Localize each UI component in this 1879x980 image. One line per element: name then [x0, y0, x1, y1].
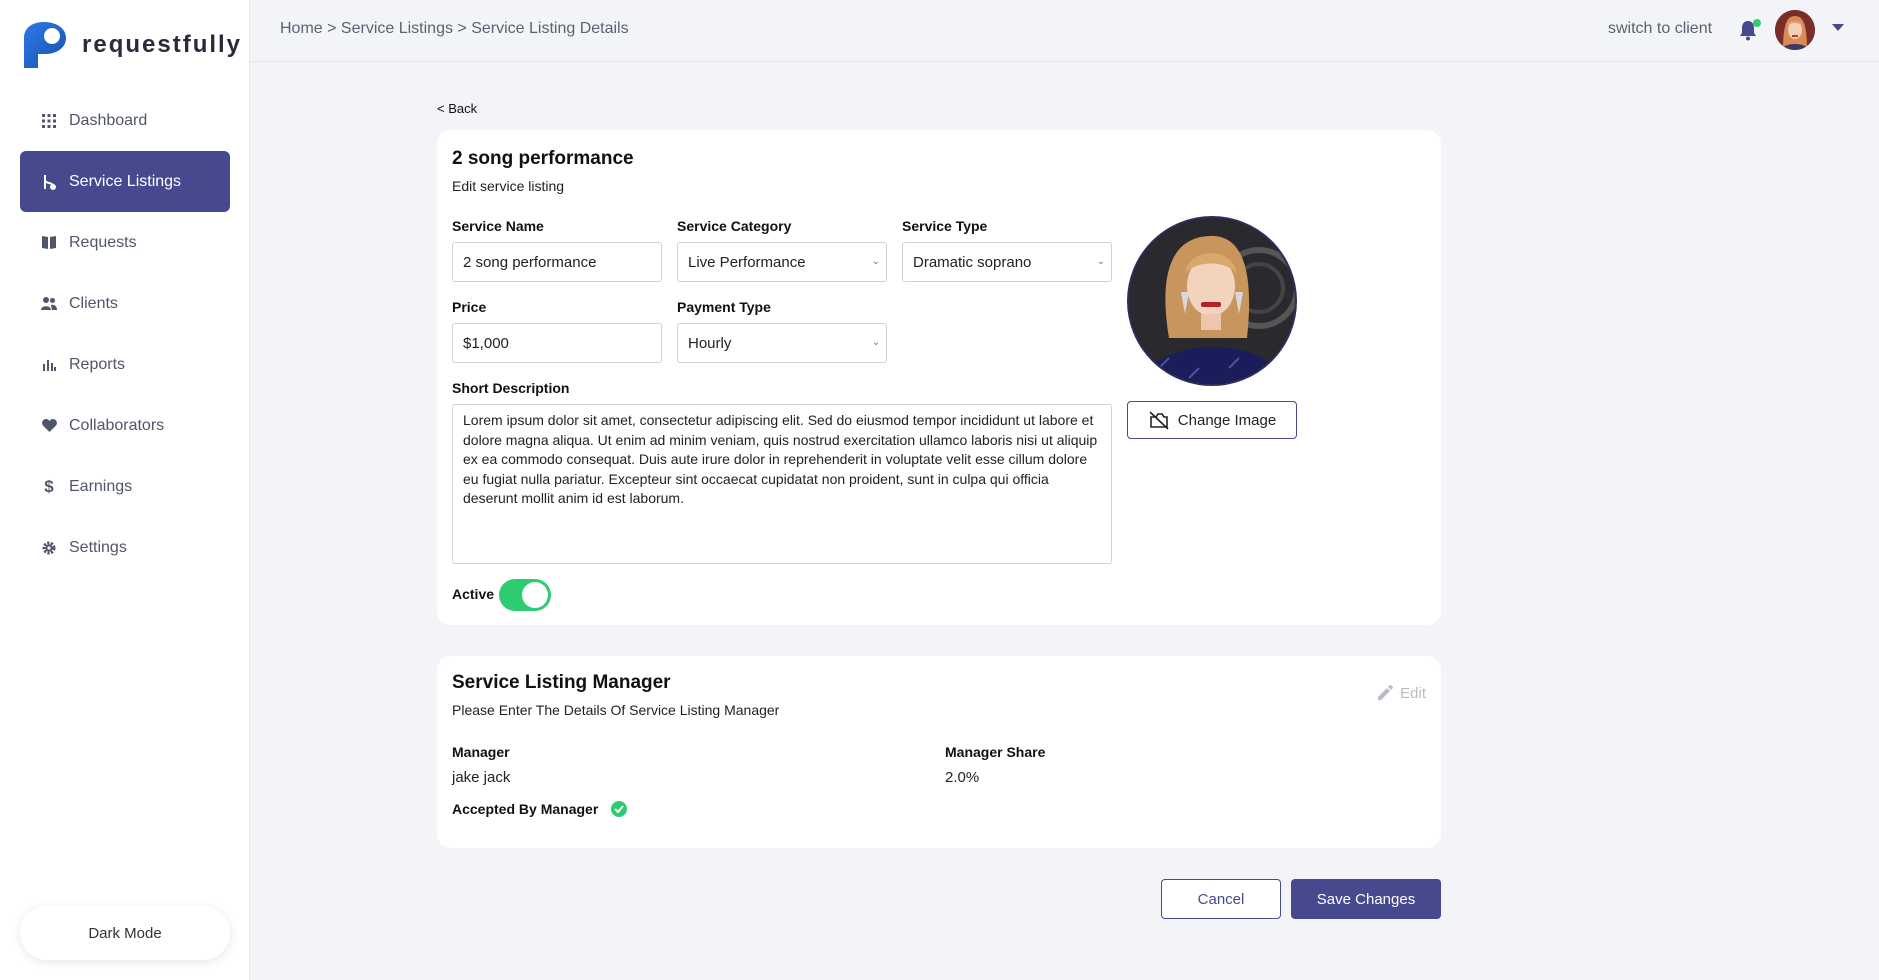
pencil-icon [1378, 685, 1394, 700]
sidebar-item-label: Service Listings [69, 172, 182, 190]
cancel-button[interactable]: Cancel [1161, 879, 1281, 919]
notification-dot [1753, 19, 1761, 27]
sidebar-item-service-listings[interactable]: Service Listings [20, 151, 230, 212]
toggle-knob [522, 582, 548, 608]
no-camera-icon [1149, 411, 1169, 430]
price-value: $1,000 [463, 334, 509, 352]
manager-card: Service Listing Manager Please Enter The… [437, 656, 1441, 848]
short-description-textarea[interactable]: Lorem ipsum dolor sit amet, consectetur … [452, 404, 1112, 564]
service-category-select[interactable]: Live Performance ⌄ [677, 242, 887, 282]
heart-icon [41, 418, 57, 434]
service-name-value: 2 song performance [463, 253, 597, 271]
sidebar-item-label: Dashboard [69, 111, 148, 129]
back-link[interactable]: < Back [437, 101, 477, 116]
chevron-down-icon: ⌄ [871, 337, 880, 348]
logo[interactable]: requestfully [20, 20, 242, 70]
sidebar-item-collaborators[interactable]: Collaborators [20, 395, 230, 456]
payment-type-select[interactable]: Hourly ⌄ [677, 323, 887, 363]
logo-icon [24, 22, 66, 68]
dark-mode-toggle[interactable]: Dark Mode [20, 906, 230, 960]
manager-label: Manager [452, 744, 510, 760]
service-category-value: Live Performance [688, 253, 806, 271]
payment-type-value: Hourly [688, 334, 732, 352]
manager-share-value: 2.0% [945, 769, 980, 786]
accepted-by-manager-label: Accepted By Manager [452, 801, 599, 817]
active-label: Active [452, 586, 495, 602]
gear-icon [41, 540, 57, 556]
branch-icon [41, 174, 57, 190]
service-listing-card: 2 song performance Edit service listing … [437, 130, 1441, 625]
sidebar-item-label: Reports [69, 355, 126, 373]
save-changes-button[interactable]: Save Changes [1291, 879, 1441, 919]
manager-section-subtitle: Please Enter The Details Of Service List… [452, 702, 780, 718]
dollar-icon: $ [44, 476, 54, 496]
change-image-button[interactable]: Change Image [1127, 401, 1297, 439]
grid-icon [41, 113, 57, 129]
edit-label: Edit [1400, 684, 1426, 702]
chevron-down-icon: ⌄ [871, 256, 880, 267]
sidebar-item-settings[interactable]: Settings [20, 517, 230, 578]
chevron-down-icon[interactable] [1832, 24, 1844, 31]
sidebar-item-label: Requests [69, 233, 137, 251]
breadcrumb[interactable]: Home > Service Listings > Service Listin… [280, 20, 629, 38]
sidebar-item-requests[interactable]: Requests [20, 212, 230, 273]
switch-to-client-link[interactable]: switch to client [1608, 20, 1712, 38]
price-label: Price [452, 299, 487, 315]
manager-value: jake jack [452, 769, 511, 786]
sidebar: requestfully Dashboard Service Listings … [0, 0, 250, 980]
page-title: 2 song performance [452, 148, 634, 169]
logo-text: requestfully [82, 31, 243, 58]
manager-section-title: Service Listing Manager [452, 672, 671, 693]
sidebar-item-label: Collaborators [69, 416, 165, 434]
chevron-down-icon: ⌄ [1096, 256, 1105, 267]
edit-manager-button[interactable]: Edit [1376, 684, 1426, 702]
change-image-label: Change Image [1177, 411, 1277, 429]
sidebar-item-reports[interactable]: Reports [20, 334, 230, 395]
payment-type-label: Payment Type [677, 299, 771, 315]
active-toggle[interactable] [499, 579, 551, 611]
manager-share-label: Manager Share [945, 744, 1046, 760]
sidebar-item-earnings[interactable]: $ Earnings [20, 456, 230, 517]
sidebar-item-clients[interactable]: Clients [20, 273, 230, 334]
service-name-label: Service Name [452, 218, 544, 234]
book-icon [41, 235, 57, 251]
bar-chart-icon [41, 357, 57, 373]
sidebar-item-label: Settings [69, 538, 127, 556]
page-subtitle: Edit service listing [452, 178, 565, 194]
service-type-value: Dramatic soprano [913, 253, 1032, 271]
short-description-label: Short Description [452, 380, 570, 396]
service-type-label: Service Type [902, 218, 988, 234]
users-icon [41, 296, 57, 312]
service-type-select[interactable]: Dramatic soprano ⌄ [902, 242, 1112, 282]
service-image [1127, 216, 1297, 386]
sidebar-item-label: Clients [69, 294, 118, 312]
sidebar-item-label: Earnings [69, 477, 133, 495]
topbar: Home > Service Listings > Service Listin… [250, 0, 1879, 62]
service-name-input[interactable]: 2 song performance [452, 242, 662, 282]
sidebar-item-dashboard[interactable]: Dashboard [20, 90, 230, 151]
check-circle-icon [611, 801, 627, 817]
sidebar-nav: Dashboard Service Listings Requests Clie… [20, 90, 230, 578]
price-input[interactable]: $1,000 [452, 323, 662, 363]
avatar[interactable] [1775, 10, 1815, 50]
service-category-label: Service Category [677, 218, 792, 234]
